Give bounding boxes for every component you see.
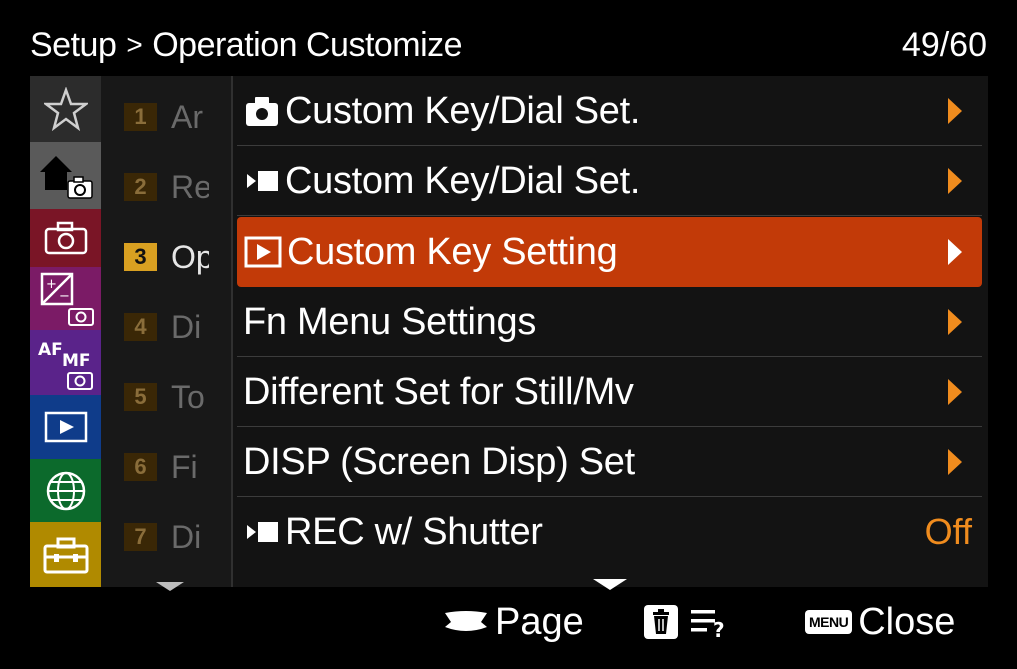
af-mf-camera-icon: AF MF	[38, 340, 93, 390]
tab-focus[interactable]: AF MF	[30, 330, 101, 395]
tab-setup[interactable]	[30, 522, 101, 587]
menu-item-disp-set[interactable]: DISP (Screen Disp) Set	[237, 427, 982, 497]
star-icon	[43, 87, 88, 131]
chevron-right-icon	[948, 379, 962, 405]
menu-item-label: REC w/ Shutter	[285, 510, 543, 553]
svg-text:AF: AF	[38, 340, 63, 360]
sub-item-number: 2	[124, 173, 157, 201]
menu-badge: MENU	[805, 610, 853, 634]
menu-item-different-set-still-mv[interactable]: Different Set for Still/Mv	[237, 357, 982, 427]
sub-item-1[interactable]: 1 Ar	[124, 97, 209, 137]
sub-item-text: To	[171, 378, 205, 415]
sub-item-text: Re	[171, 168, 209, 205]
row-divider	[237, 215, 982, 216]
menu-item-value: Off	[924, 511, 972, 552]
tab-network[interactable]	[30, 459, 101, 522]
svg-text:−: −	[59, 289, 70, 304]
sub-item-5[interactable]: 5 To	[124, 377, 209, 417]
close-label: Close	[858, 600, 956, 643]
sub-item-text: Di	[171, 518, 202, 555]
menu-item-custom-key-dial-movie[interactable]: Custom Key/Dial Set.	[237, 146, 982, 216]
menu-list: Custom Key/Dial Set. Custom Key/Dial Set…	[231, 76, 988, 590]
still-camera-icon	[243, 93, 281, 129]
sub-item-number: 5	[124, 383, 157, 411]
playback-icon	[243, 234, 283, 270]
sub-item-text: Fi	[171, 448, 198, 485]
sub-item-number: 6	[124, 453, 157, 481]
breadcrumb-section: Setup	[30, 25, 117, 64]
sub-item-2[interactable]: 2 Re	[124, 167, 209, 207]
chevron-right-icon	[948, 309, 962, 335]
toolbox-icon	[43, 537, 88, 573]
menu-frame: + − AF MF 1 Ar 2 Re 3 Op 4 Di 5 To 6 Fi …	[30, 76, 988, 591]
sub-scroll-down-arrow[interactable]	[156, 582, 184, 591]
home-camera-icon	[39, 155, 93, 199]
menu-item-fn-menu-settings[interactable]: Fn Menu Settings	[237, 287, 982, 357]
chevron-right-icon	[948, 449, 962, 475]
sub-item-7[interactable]: 7 Di	[124, 517, 209, 557]
svg-text:MF: MF	[62, 351, 91, 371]
sub-item-text: Di	[171, 308, 202, 345]
sub-item-number: 1	[124, 103, 157, 131]
category-tabs: + − AF MF	[30, 76, 101, 587]
svg-text:?: ?	[713, 618, 725, 640]
tab-main-still[interactable]	[30, 142, 101, 209]
menu-item-label: Custom Key Setting	[287, 230, 618, 273]
trash-icon	[644, 605, 678, 639]
menu-item-label: Fn Menu Settings	[243, 300, 537, 343]
menu-item-label: Different Set for Still/Mv	[243, 370, 634, 413]
chevron-right-icon	[948, 168, 962, 194]
svg-text:+: +	[46, 277, 57, 292]
sub-item-text: Ar	[171, 98, 203, 135]
movie-icon	[243, 514, 281, 550]
tab-exposure[interactable]: + −	[30, 267, 101, 330]
exposure-camera-icon: + −	[40, 272, 94, 326]
scroll-down-arrow[interactable]	[593, 579, 627, 590]
page-label: Page	[495, 600, 584, 643]
menu-item-custom-key-setting[interactable]: Custom Key Setting	[237, 217, 982, 287]
menu-item-label: Custom Key/Dial Set.	[285, 159, 641, 202]
divider	[231, 76, 233, 587]
close-hint[interactable]: MENU Close	[805, 598, 955, 646]
tab-shooting[interactable]	[30, 209, 101, 267]
sub-item-number: 3	[124, 243, 157, 271]
camera-icon	[44, 221, 87, 255]
menu-item-label: Custom Key/Dial Set.	[285, 89, 641, 132]
sub-item-number: 7	[124, 523, 157, 551]
help-list-icon: ?	[691, 610, 725, 640]
page-counter: 49/60	[901, 25, 987, 64]
breadcrumb: Setup > Operation Customize	[30, 22, 463, 68]
menu-item-label: DISP (Screen Disp) Set	[243, 440, 635, 483]
dial-icon	[445, 611, 487, 631]
sub-page-list: 1 Ar 2 Re 3 Op 4 Di 5 To 6 Fi 7 Di	[101, 76, 231, 587]
breadcrumb-subsection: Operation Customize	[152, 25, 463, 64]
sub-item-text: Op	[171, 238, 209, 275]
tab-favorites[interactable]	[30, 76, 101, 142]
sub-item-6[interactable]: 6 Fi	[124, 447, 209, 487]
movie-icon	[243, 163, 281, 199]
page-hint: Page	[443, 598, 584, 646]
globe-icon	[46, 471, 85, 510]
chevron-right-icon	[948, 98, 962, 124]
chevron-right-icon	[948, 239, 962, 265]
sub-item-3[interactable]: 3 Op	[124, 237, 209, 277]
menu-item-custom-key-dial-still[interactable]: Custom Key/Dial Set.	[237, 76, 982, 146]
tab-playback[interactable]	[30, 395, 101, 459]
breadcrumb-separator: >	[126, 29, 143, 60]
menu-item-rec-w-shutter[interactable]: REC w/ Shutter Off	[237, 497, 982, 567]
sub-item-number: 4	[124, 313, 157, 341]
playback-icon	[44, 411, 87, 443]
sub-item-4[interactable]: 4 Di	[124, 307, 209, 347]
delete-help-hint: ?	[643, 598, 729, 646]
